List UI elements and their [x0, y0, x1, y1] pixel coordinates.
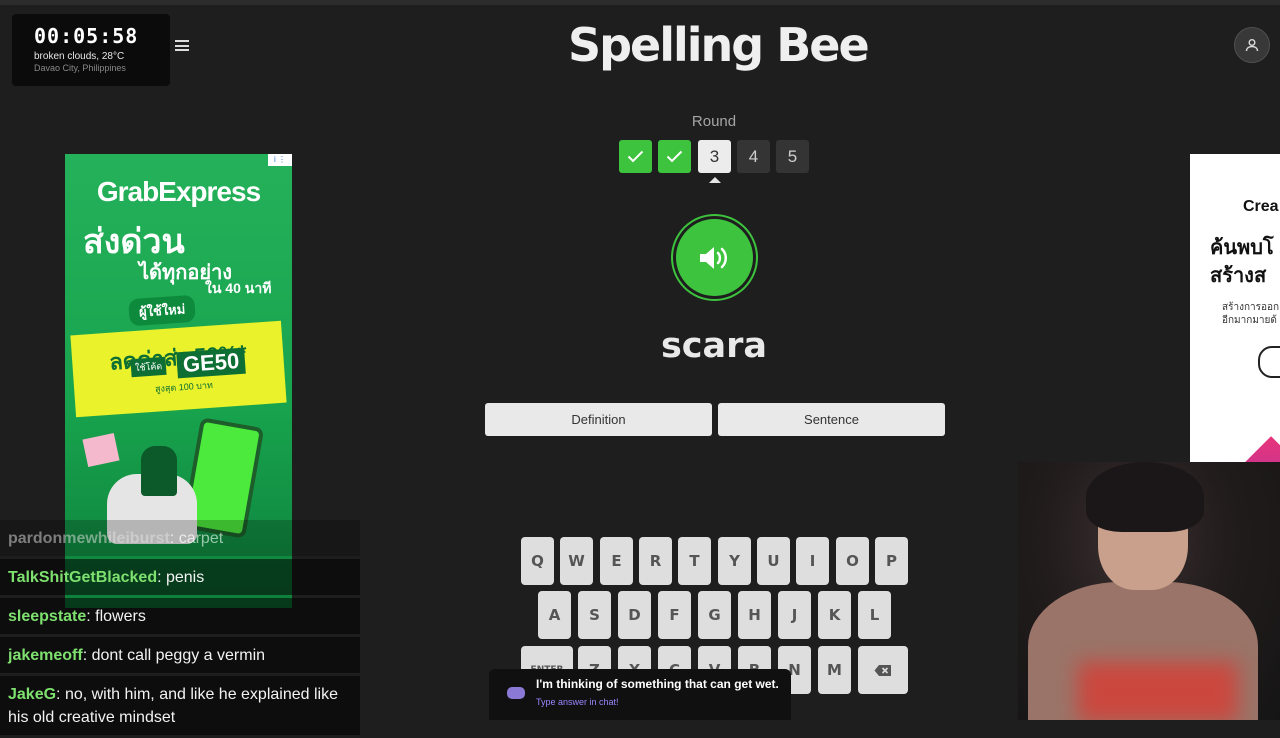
- ad-right-headline-line-1: ค้นพบโ: [1210, 237, 1274, 259]
- chat-prompt-toast: I'm thinking of something that can get w…: [489, 669, 791, 720]
- page-title-text: Spelling Bee: [568, 18, 870, 72]
- webcam-red-light: [1078, 662, 1238, 720]
- stream-clock-overlay: 00:05:58 broken clouds, 28°C Davao City,…: [12, 14, 170, 86]
- toast-message: I'm thinking of something that can get w…: [536, 677, 779, 691]
- user-icon: [1245, 39, 1259, 52]
- key-w[interactable]: W: [560, 537, 593, 585]
- definition-button[interactable]: Definition: [485, 403, 712, 436]
- ad-right-headline-line-2: สร้างส: [1210, 265, 1267, 287]
- key-d[interactable]: D: [618, 591, 651, 639]
- chat-text: : carpet: [169, 530, 224, 547]
- key-a[interactable]: A: [538, 591, 571, 639]
- ad-promo-code: GE50: [176, 347, 247, 379]
- key-backspace[interactable]: [858, 646, 908, 694]
- chat-message: jakemeoff: dont call peggy a vermin: [0, 637, 360, 673]
- streamer-webcam: [1018, 462, 1280, 720]
- key-f[interactable]: F: [658, 591, 691, 639]
- gift-box-icon: [82, 432, 120, 468]
- ad-new-user-tag: ผู้ใช้ใหม่: [128, 294, 197, 327]
- round-3-current: 3: [698, 140, 731, 173]
- round-4: 4: [737, 140, 770, 173]
- hamburger-menu-icon[interactable]: [175, 40, 189, 51]
- key-j[interactable]: J: [778, 591, 811, 639]
- chat-text: : flowers: [86, 608, 146, 625]
- ad-right-headline: ค้นพบโสร้างส: [1210, 234, 1274, 290]
- chat-text: : dont call peggy a vermin: [82, 647, 266, 664]
- typed-answer: scara: [660, 326, 768, 366]
- play-word-audio-button[interactable]: [676, 219, 753, 296]
- ad-right-body: สร้างการออกแอีกมากมายด้: [1222, 301, 1280, 327]
- key-u[interactable]: U: [757, 537, 790, 585]
- key-t[interactable]: T: [678, 537, 711, 585]
- chat-text: : no, with him, and like he explained li…: [8, 686, 338, 726]
- ad-right-brand: Crea: [1243, 198, 1279, 215]
- key-h[interactable]: H: [738, 591, 771, 639]
- speaker-icon: [699, 246, 727, 269]
- user-account-button[interactable]: [1234, 27, 1270, 63]
- ad-right-body-line-1: สร้างการออกแ: [1222, 302, 1280, 313]
- backspace-icon: [874, 664, 891, 676]
- key-e[interactable]: E: [600, 537, 633, 585]
- key-y[interactable]: Y: [718, 537, 751, 585]
- rider-illustration: [141, 446, 177, 496]
- clock-location: Davao City, Philippines: [34, 63, 126, 73]
- chat-message: sleepstate: flowers: [0, 598, 360, 634]
- ad-right-cta-button[interactable]: [1258, 346, 1280, 378]
- key-o[interactable]: O: [836, 537, 869, 585]
- ad-right-body-line-2: อีกมากมายด้: [1222, 315, 1277, 326]
- checkmark-icon: [666, 150, 683, 163]
- chat-message: TalkShitGetBlacked: penis: [0, 559, 360, 595]
- checkmark-icon: [627, 150, 644, 163]
- chat-message: pardonmewhileiburst: carpet: [0, 520, 360, 556]
- round-1-complete: [619, 140, 652, 173]
- chat-username: jakemeoff: [8, 647, 83, 664]
- gamepad-icon: [507, 687, 525, 699]
- key-i[interactable]: I: [796, 537, 829, 585]
- key-p[interactable]: P: [875, 537, 908, 585]
- chat-username: pardonmewhileiburst: [8, 530, 170, 547]
- toast-subtext: Type answer in chat!: [536, 697, 619, 707]
- key-l[interactable]: L: [858, 591, 891, 639]
- key-g[interactable]: G: [698, 591, 731, 639]
- ad-brand: GrabExpress: [96, 176, 261, 207]
- chat-username: JakeG: [8, 686, 57, 703]
- ad-code-label: ใช้โค้ด: [130, 356, 167, 378]
- chat-text: : penis: [157, 569, 205, 586]
- key-s[interactable]: S: [578, 591, 611, 639]
- round-label: Round: [691, 113, 737, 130]
- ad-headline: ส่งด่วน: [83, 223, 185, 261]
- key-k[interactable]: K: [818, 591, 851, 639]
- webcam-person-hair: [1086, 462, 1204, 532]
- round-5: 5: [776, 140, 809, 173]
- ad-subheadline-2: ใน 40 นาที: [205, 280, 272, 296]
- top-border: [0, 0, 1280, 5]
- key-q[interactable]: Q: [521, 537, 554, 585]
- round-2-complete: [658, 140, 691, 173]
- chat-message: JakeG: no, with him, and like he explain…: [0, 676, 360, 735]
- ad-choices-icon[interactable]: i ⋮: [268, 154, 292, 166]
- chat-username: TalkShitGetBlacked: [8, 569, 158, 586]
- key-m[interactable]: M: [818, 646, 851, 694]
- key-r[interactable]: R: [639, 537, 672, 585]
- chat-username: sleepstate: [8, 608, 87, 625]
- clock-weather: broken clouds, 28°C: [34, 51, 125, 62]
- sentence-button[interactable]: Sentence: [718, 403, 945, 436]
- clock-time: 00:05:58: [34, 24, 139, 48]
- chat-overlay: pardonmewhileiburst: carpet TalkShitGetB…: [0, 520, 360, 738]
- current-round-caret: [709, 177, 721, 183]
